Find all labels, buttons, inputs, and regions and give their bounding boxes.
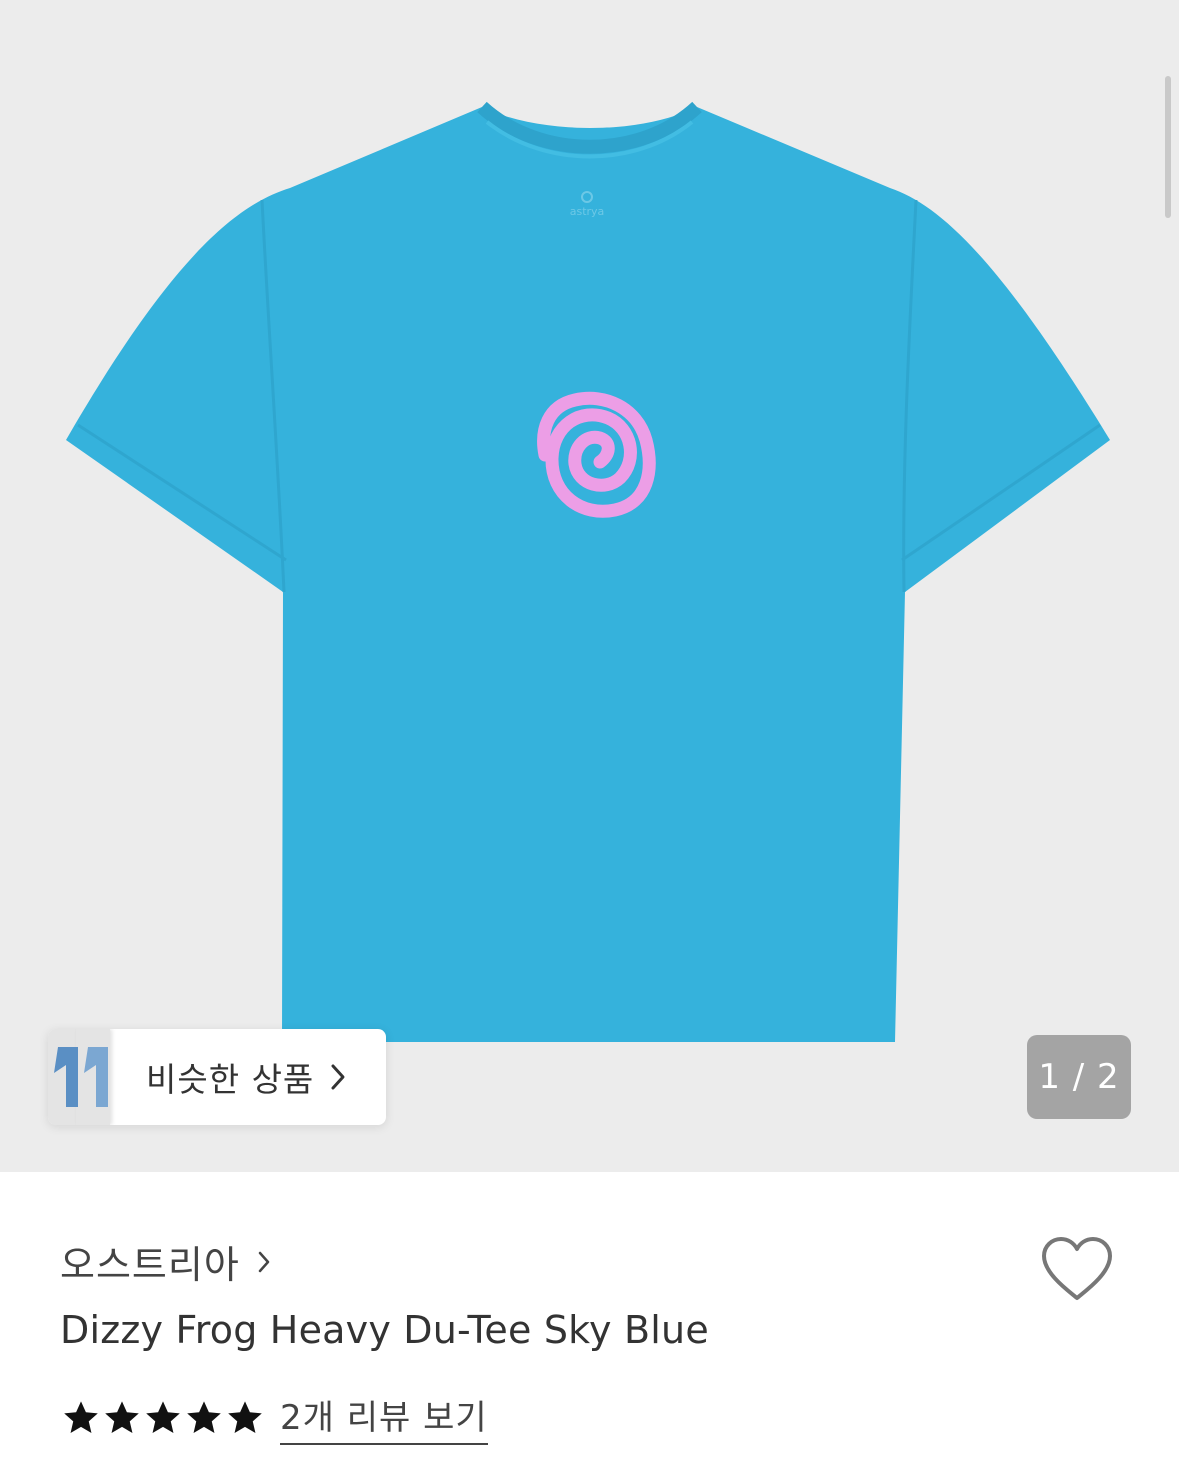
tshirt-thumbnail-icon [84,1047,108,1107]
review-link[interactable]: 2개 리뷰 보기 [280,1390,488,1445]
chevron-right-icon [258,1251,270,1272]
product-title: Dizzy Frog Heavy Du-Tee Sky Blue [60,1308,709,1352]
image-page-counter: 1 / 2 [1027,1035,1131,1119]
star-icon [228,1400,262,1433]
chevron-right-icon [331,1064,345,1090]
heart-outline-icon[interactable] [1040,1236,1114,1302]
similar-products-label: 비슷한 상품 [146,1060,315,1099]
similar-products-thumbnail [48,1029,110,1125]
brand-link[interactable]: 오스트리아 [60,1234,272,1289]
product-image[interactable]: astrya [0,0,1179,1172]
star-icon [105,1400,139,1433]
scrollbar[interactable] [1165,76,1171,218]
rating-row: 2개 리뷰 보기 [62,1390,488,1445]
similar-products-button[interactable]: 비슷한 상품 [48,1029,386,1125]
neck-label: astrya [570,205,605,218]
product-gallery[interactable]: astrya 비슷한 상품 1 / 2 [0,0,1179,1172]
star-icon [187,1400,221,1433]
star-rating [62,1399,264,1437]
star-icon [64,1400,98,1433]
brand-name: 오스트리아 [60,1243,240,1287]
tshirt-thumbnail-icon [54,1047,78,1107]
star-icon [146,1400,180,1433]
product-info: 오스트리아 Dizzy Frog Heavy Du-Tee Sky Blue 2… [0,1172,1179,1465]
